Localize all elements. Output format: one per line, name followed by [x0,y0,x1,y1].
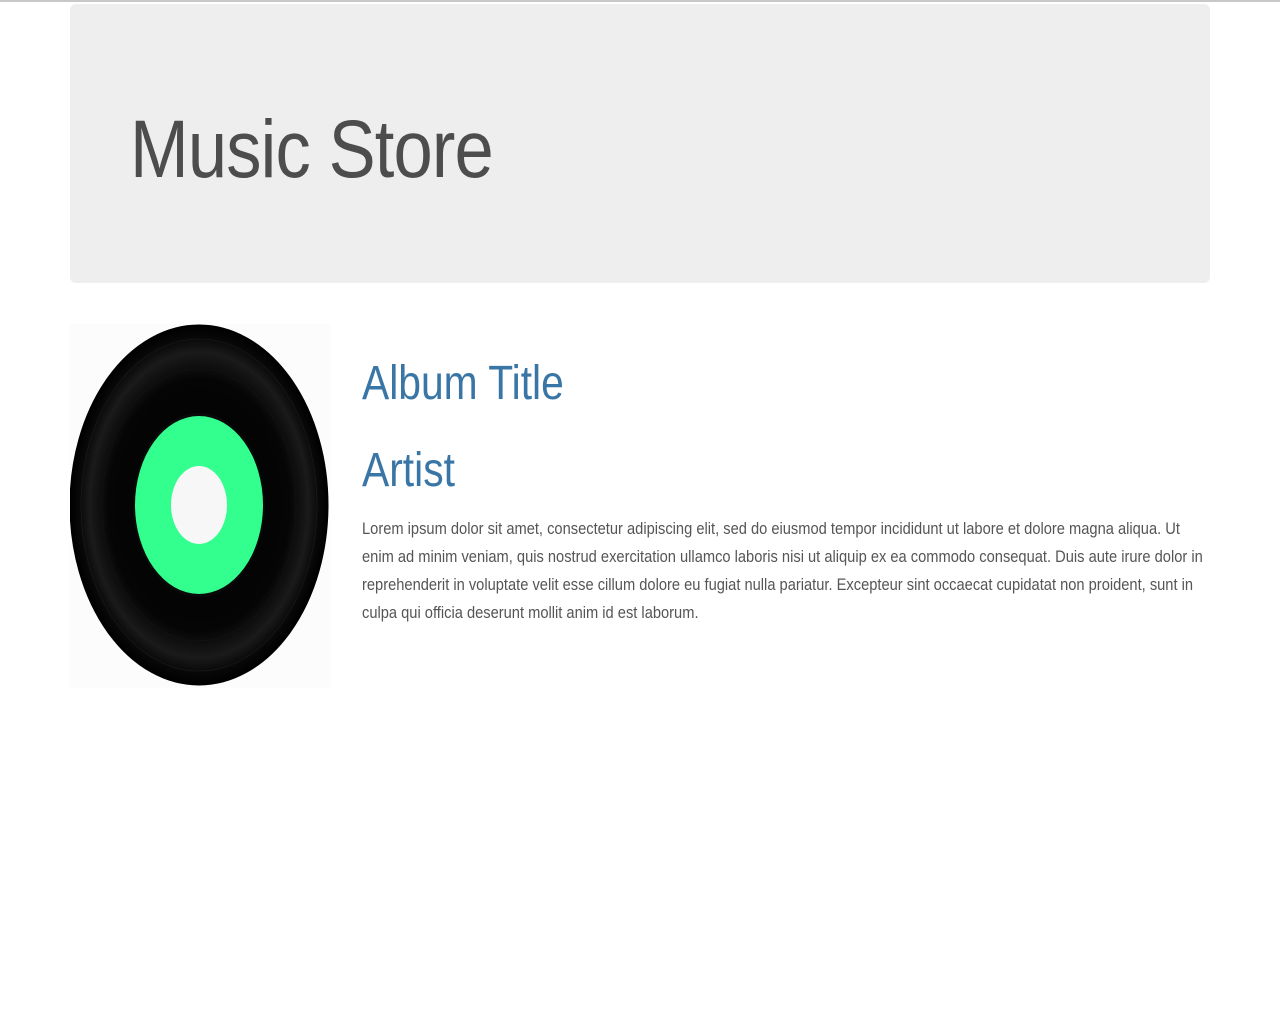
page-title: Music Store [130,104,494,195]
album-cover [70,324,330,688]
album-description: Lorem ipsum dolor sit amet, consectetur … [362,519,1203,622]
header-jumbotron: Music Store [70,4,1210,283]
album-card: Album Title Artist Lorem ipsum dolor sit… [70,324,1210,690]
browser-top-border [0,0,1280,2]
album-title: Album Title [362,357,564,410]
vinyl-record-icon [70,324,329,686]
album-artist: Artist [362,444,455,497]
